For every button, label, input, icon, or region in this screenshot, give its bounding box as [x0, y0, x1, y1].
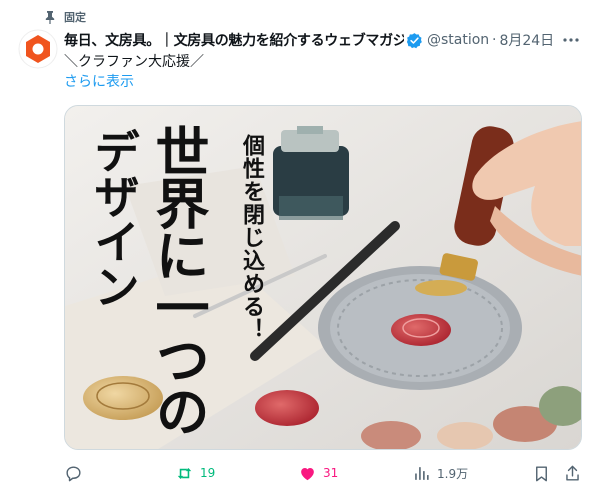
retweet-icon — [177, 467, 192, 479]
bookmark-button[interactable] — [532, 461, 551, 485]
more-options-button[interactable] — [559, 29, 583, 51]
views-icon — [415, 466, 429, 480]
retweet-button[interactable]: 19 — [175, 461, 215, 485]
overlay-caption-line2: デザイン — [87, 128, 141, 308]
avatar[interactable] — [18, 29, 58, 69]
heart-icon — [301, 467, 314, 480]
wax-seal-photo — [65, 106, 581, 449]
views-button[interactable]: 1.9万 — [412, 461, 468, 485]
pinned-label: 固定 — [64, 11, 86, 24]
tweet-text: ＼クラファン大応援／ — [64, 54, 204, 70]
pinned-indicator: 固定 — [44, 9, 86, 25]
display-name[interactable]: 毎日、文房具。｜文房具の魅力を紹介するウェブマガジン — [64, 30, 404, 50]
like-count: 31 — [323, 466, 339, 480]
tweet-actions-bar: 19 31 1.9万 — [60, 461, 590, 485]
reply-button[interactable] — [64, 461, 89, 485]
tweet-media-image[interactable]: 個性を閉じ込める！ 世界に一つの デザイン — [64, 105, 582, 450]
bookmark-icon — [536, 465, 547, 481]
tweet-date[interactable]: 8月24日 — [499, 30, 554, 50]
overlay-caption-line1: 世界に一つの — [146, 124, 210, 436]
more-icon — [563, 38, 579, 42]
pin-icon — [45, 11, 55, 24]
share-button[interactable] — [563, 461, 582, 485]
like-button[interactable]: 31 — [298, 461, 338, 485]
verified-badge-icon — [406, 32, 422, 48]
reply-icon — [66, 465, 81, 481]
tweet-header: 毎日、文房具。｜文房具の魅力を紹介するウェブマガジン @stationery ·… — [64, 29, 589, 51]
share-icon — [566, 465, 579, 481]
brand-logo-icon — [18, 29, 58, 69]
retweet-count: 19 — [200, 466, 216, 480]
author-handle[interactable]: @stationery — [427, 32, 489, 48]
views-count: 1.9万 — [437, 466, 469, 481]
overlay-caption-small: 個性を閉じ込める！ — [239, 134, 265, 341]
separator-dot: · — [492, 32, 497, 48]
show-more-link[interactable]: さらに表示 — [64, 73, 134, 92]
